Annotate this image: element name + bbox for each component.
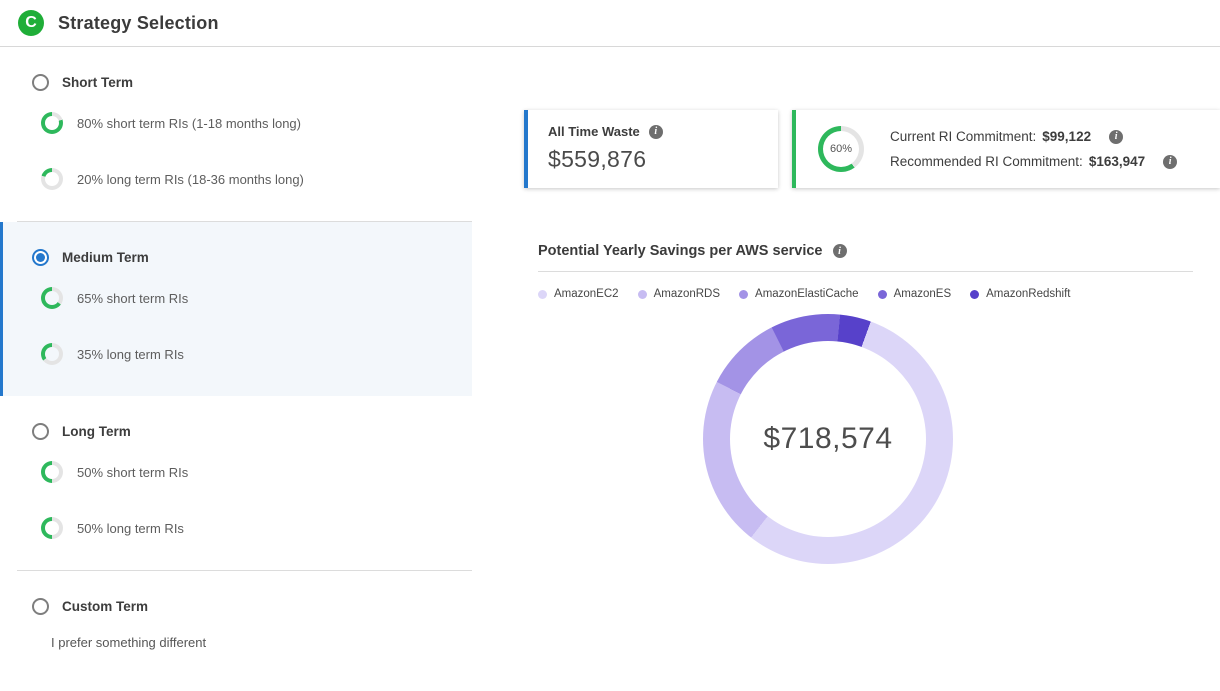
legend-item[interactable]: AmazonES [878, 288, 952, 300]
legend-swatch-icon [739, 290, 748, 299]
recommended-ri-commitment: Recommended RI Commitment: $163,947 i [890, 154, 1177, 169]
card-title: All Time Waste [548, 124, 640, 139]
legend-label: AmazonElastiCache [755, 288, 859, 300]
page-title: Strategy Selection [58, 13, 219, 34]
legend-label: AmazonRedshift [986, 288, 1070, 300]
legend-label: AmazonES [894, 288, 952, 300]
radio-icon[interactable] [32, 423, 49, 440]
commit-label: Recommended RI Commitment: [890, 154, 1083, 169]
allocation-row: 65% short term RIs [3, 270, 472, 326]
savings-chart-panel: Potential Yearly Savings per AWS service… [538, 243, 1220, 564]
strategy-list: Short Term 80% short term RIs (1-18 mont… [0, 47, 472, 691]
commit-value: $163,947 [1089, 154, 1145, 169]
medium-term-radio-row[interactable]: Medium Term [3, 244, 472, 270]
legend-swatch-icon [538, 290, 547, 299]
radio-icon[interactable] [32, 74, 49, 91]
allocation-label: 80% short term RIs (1-18 months long) [77, 116, 301, 131]
strategy-label: Medium Term [62, 250, 149, 265]
summary-cards: All Time Waste i $559,876 60% Current RI… [524, 110, 1220, 188]
strategy-option-custom-term[interactable]: Custom Term I prefer something different [0, 571, 472, 664]
strategy-label: Long Term [62, 424, 131, 439]
app-header: C Strategy Selection [0, 0, 1220, 47]
allocation-label: 50% long term RIs [77, 521, 184, 536]
allocation-label: 65% short term RIs [77, 291, 188, 306]
info-icon[interactable]: i [1163, 155, 1177, 169]
legend-label: AmazonRDS [654, 288, 720, 300]
progress-ring-icon [41, 343, 63, 365]
allocation-row: 35% long term RIs [3, 326, 472, 382]
progress-ring-icon [41, 168, 63, 190]
strategy-option-long-term[interactable]: Long Term 50% short term RIs 50% long te… [0, 396, 472, 570]
strategy-option-short-term[interactable]: Short Term 80% short term RIs (1-18 mont… [0, 47, 472, 221]
progress-ring-icon [41, 517, 63, 539]
progress-ring-icon [41, 112, 63, 134]
chart-legend: AmazonEC2 AmazonRDS AmazonElastiCache Am… [538, 288, 1220, 300]
short-term-radio-row[interactable]: Short Term [0, 69, 472, 95]
commit-label: Current RI Commitment: [890, 129, 1036, 144]
allocation-label: 35% long term RIs [77, 347, 184, 362]
strategy-option-medium-term[interactable]: Medium Term 65% short term RIs 35% long … [0, 222, 472, 396]
strategy-label: Short Term [62, 75, 133, 90]
donut-total-value: $718,574 [703, 314, 953, 564]
custom-term-radio-row[interactable]: Custom Term [0, 593, 472, 619]
allocation-row: 80% short term RIs (1-18 months long) [0, 95, 472, 151]
progress-ring-icon [41, 287, 63, 309]
legend-item[interactable]: AmazonRDS [638, 288, 720, 300]
legend-swatch-icon [638, 290, 647, 299]
legend-item[interactable]: AmazonElastiCache [739, 288, 859, 300]
allocation-label: 20% long term RIs (18-36 months long) [77, 172, 304, 187]
info-icon[interactable]: i [833, 244, 847, 258]
legend-swatch-icon [970, 290, 979, 299]
progress-ring-icon [41, 461, 63, 483]
long-term-radio-row[interactable]: Long Term [0, 418, 472, 444]
info-icon[interactable]: i [649, 125, 663, 139]
ri-commitment-card: 60% Current RI Commitment: $99,122 i Rec… [792, 110, 1220, 188]
chart-title: Potential Yearly Savings per AWS service [538, 243, 823, 259]
gauge-percent-label: 60% [818, 126, 864, 172]
current-ri-commitment: Current RI Commitment: $99,122 i [890, 129, 1177, 144]
app-logo-icon: C [18, 10, 44, 36]
commit-value: $99,122 [1042, 129, 1091, 144]
legend-item[interactable]: AmazonEC2 [538, 288, 619, 300]
legend-item[interactable]: AmazonRedshift [970, 288, 1070, 300]
radio-selected-icon[interactable] [32, 249, 49, 266]
allocation-row: 20% long term RIs (18-36 months long) [0, 151, 472, 207]
divider [538, 271, 1193, 272]
savings-donut-chart[interactable]: $718,574 [703, 314, 953, 564]
legend-swatch-icon [878, 290, 887, 299]
strategy-label: Custom Term [62, 599, 148, 614]
info-icon[interactable]: i [1109, 130, 1123, 144]
allocation-row: 50% long term RIs [0, 500, 472, 556]
custom-term-description: I prefer something different [0, 619, 472, 650]
radio-icon[interactable] [32, 598, 49, 615]
all-time-waste-card: All Time Waste i $559,876 [524, 110, 778, 188]
allocation-label: 50% short term RIs [77, 465, 188, 480]
all-time-waste-value: $559,876 [548, 146, 758, 173]
legend-label: AmazonEC2 [554, 288, 619, 300]
commitment-gauge-icon: 60% [818, 126, 864, 172]
details-panel: All Time Waste i $559,876 60% Current RI… [472, 47, 1220, 691]
allocation-row: 50% short term RIs [0, 444, 472, 500]
